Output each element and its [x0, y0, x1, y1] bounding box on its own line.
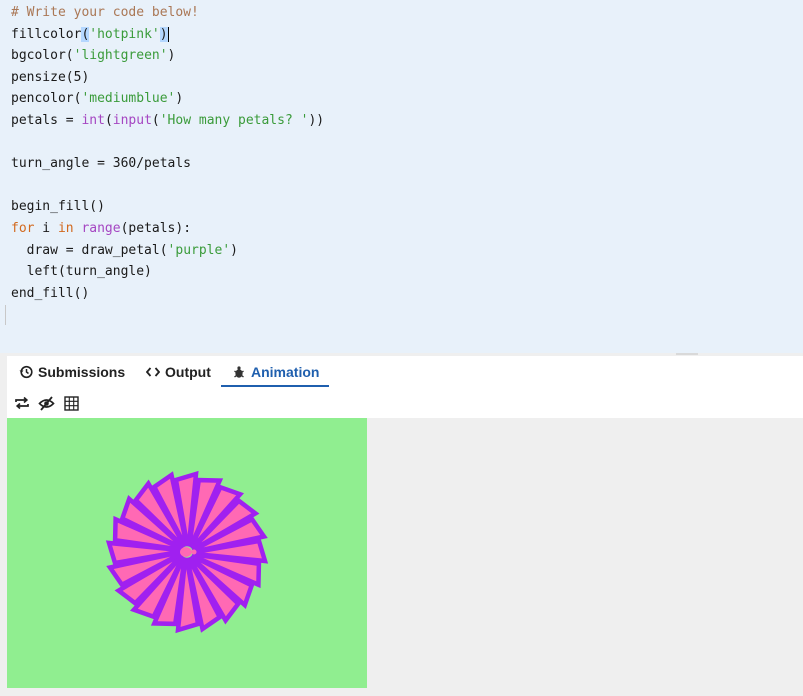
code-token: turn_angle = 360/petals — [11, 156, 192, 172]
panel-tabs: Submissions Output Animation — [7, 356, 803, 388]
code-line: begin_fill() — [11, 196, 324, 218]
code-token: pensize(5) — [11, 69, 90, 85]
code-token: end_fill() — [11, 285, 90, 301]
turtle-icon — [232, 365, 246, 379]
code-token: pencolor( — [11, 91, 82, 107]
output-panel: Submissions Output Animation — [7, 356, 803, 696]
code-line: # Write your code below! — [11, 2, 324, 24]
code-line: pencolor('mediumblue') — [11, 88, 324, 110]
animation-toolbar — [7, 388, 803, 418]
code-token: draw = draw_petal( — [11, 242, 168, 258]
history-icon — [19, 365, 33, 379]
code-line: fillcolor('hotpink') — [11, 24, 324, 46]
tab-submissions-label: Submissions — [38, 364, 126, 380]
code-token: in — [57, 220, 74, 236]
code-line: draw = draw_petal('purple') — [11, 240, 324, 262]
code-token: begin_fill() — [11, 199, 105, 215]
code-text[interactable]: # Write your code below! fillcolor('hotpi… — [11, 2, 324, 304]
code-line: pensize(5) — [11, 67, 324, 89]
code-token: ( — [151, 112, 160, 128]
code-token: int — [81, 112, 105, 128]
tab-output-label: Output — [165, 364, 211, 380]
code-token: 'How many petals? ' — [159, 112, 309, 128]
text-cursor — [167, 26, 169, 42]
code-token: for — [11, 220, 35, 236]
turtle-canvas — [7, 418, 367, 688]
code-editor[interactable]: # Write your code below! fillcolor('hotpi… — [0, 0, 803, 353]
code-line: bgcolor('lightgreen') — [11, 45, 324, 67]
code-token: input — [112, 112, 152, 128]
code-icon — [146, 366, 160, 378]
code-token: ) — [167, 48, 176, 64]
code-token: bgcolor( — [11, 48, 74, 64]
code-token: )) — [308, 112, 325, 128]
code-token: fillcolor — [11, 26, 82, 42]
code-token: ) — [159, 26, 168, 42]
code-token: left(turn_angle) — [11, 264, 152, 280]
code-token: # Write your code below! — [11, 5, 199, 20]
code-line: end_fill() — [11, 283, 324, 305]
tab-animation-label: Animation — [251, 364, 320, 380]
code-token: i — [34, 220, 58, 236]
tab-animation[interactable]: Animation — [232, 356, 319, 388]
tab-output[interactable]: Output — [146, 356, 211, 388]
code-token: ) — [230, 242, 238, 258]
code-token: ( — [104, 112, 113, 128]
code-token: 'lightgreen' — [73, 48, 168, 64]
resize-handle[interactable] — [676, 353, 698, 355]
tab-submissions[interactable]: Submissions — [19, 356, 125, 388]
code-line: turn_angle = 360/petals — [11, 153, 324, 175]
active-tab-indicator — [221, 385, 329, 387]
code-token: ) — [175, 91, 184, 107]
code-line: petals = int(input('How many petals? ')) — [11, 110, 324, 132]
code-token: 'mediumblue' — [81, 91, 176, 107]
code-token: 'hotpink' — [89, 26, 160, 42]
editor-gutter-marker — [5, 305, 6, 325]
code-token: range — [81, 220, 121, 236]
code-line: for i in range(petals): — [11, 218, 324, 240]
code-token: petals = — [11, 112, 82, 128]
grid-icon[interactable] — [63, 395, 80, 411]
eye-slash-icon[interactable] — [38, 395, 55, 411]
code-token: (petals): — [120, 220, 192, 236]
code-token: 'purple' — [167, 242, 231, 258]
flower-drawing — [105, 470, 269, 634]
code-line: left(turn_angle) — [11, 261, 324, 283]
repeat-icon[interactable] — [13, 395, 30, 411]
